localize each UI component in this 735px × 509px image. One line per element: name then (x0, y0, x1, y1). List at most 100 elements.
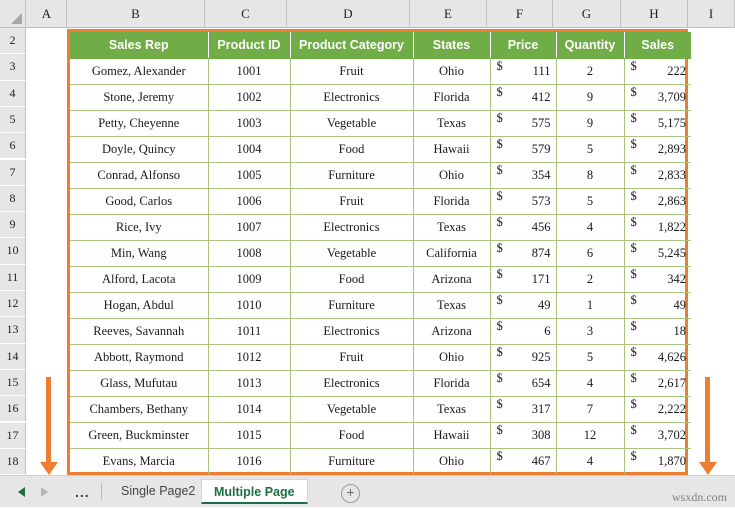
cell-quantity[interactable]: 9 (556, 110, 625, 137)
cell-state[interactable]: Ohio (413, 162, 491, 189)
column-header-quantity[interactable]: Quantity (556, 32, 625, 59)
cell-state[interactable]: Texas (413, 292, 491, 319)
cell-sales-rep[interactable]: Petty, Cheyenne (70, 110, 209, 137)
cell-sales-rep[interactable]: Gomez, Alexander (70, 58, 209, 85)
cell-sales-rep[interactable]: Rice, Ivy (70, 214, 209, 241)
cell-sales[interactable]: $2,617 (624, 370, 691, 397)
table-row[interactable]: Good, Carlos 1006 Fruit Florida $573 5 $2,863 (70, 188, 691, 215)
row-header-6[interactable]: 6 (0, 133, 26, 160)
cell-sales-rep[interactable]: Doyle, Quincy (70, 136, 209, 163)
cell-state[interactable]: Texas (413, 110, 491, 137)
cell-product-category[interactable]: Fruit (290, 344, 414, 371)
cell-state[interactable]: Arizona (413, 266, 491, 293)
cell-product-id[interactable]: 1010 (208, 292, 291, 319)
cell-quantity[interactable]: 3 (556, 318, 625, 345)
cell-state[interactable]: California (413, 240, 491, 267)
cell-sales[interactable]: $49 (624, 292, 691, 319)
cell-sales-rep[interactable]: Green, Buckminster (70, 422, 209, 449)
column-header-f[interactable]: F (487, 0, 553, 27)
cell-product-category[interactable]: Food (290, 422, 414, 449)
column-header-product-category[interactable]: Product Category (290, 32, 414, 59)
cell-state[interactable]: Arizona (413, 318, 491, 345)
cell-sales[interactable]: $1,822 (624, 214, 691, 241)
cell-state[interactable]: Hawaii (413, 422, 491, 449)
cell-sales-rep[interactable]: Stone, Jeremy (70, 84, 209, 111)
cell-sales[interactable]: $3,702 (624, 422, 691, 449)
cell-product-category[interactable]: Vegetable (290, 240, 414, 267)
table-row[interactable]: Min, Wang 1008 Vegetable California $874 6 $5,… (70, 240, 691, 267)
table-row[interactable]: Green, Buckminster 1015 Food Hawaii $308 12 $3… (70, 422, 691, 449)
cell-product-id[interactable]: 1008 (208, 240, 291, 267)
cell-price[interactable]: $925 (490, 344, 557, 371)
triangle-left-icon[interactable] (18, 486, 25, 497)
column-header-product-id[interactable]: Product ID (208, 32, 291, 59)
cell-state[interactable]: Texas (413, 396, 491, 423)
cell-sales[interactable]: $222 (624, 58, 691, 85)
cell-sales[interactable]: $2,833 (624, 162, 691, 189)
column-header-price[interactable]: Price (490, 32, 557, 59)
row-header-13[interactable]: 13 (0, 317, 26, 344)
cell-product-category[interactable]: Vegetable (290, 396, 414, 423)
cell-product-id[interactable]: 1004 (208, 136, 291, 163)
table-row[interactable]: Hogan, Abdul 1010 Furniture Texas $49 1 $49 (70, 292, 691, 319)
table-row[interactable]: Evans, Marcia 1016 Furniture Ohio $467 4 $1,87… (70, 448, 691, 474)
cell-product-id[interactable]: 1005 (208, 162, 291, 189)
cell-sales[interactable]: $2,222 (624, 396, 691, 423)
table-row[interactable]: Conrad, Alfonso 1005 Furniture Ohio $354 8 $2,… (70, 162, 691, 189)
cell-price[interactable]: $654 (490, 370, 557, 397)
column-header-i[interactable]: I (688, 0, 735, 27)
cell-sales[interactable]: $342 (624, 266, 691, 293)
cell-product-id[interactable]: 1009 (208, 266, 291, 293)
select-all-corner[interactable] (0, 0, 26, 27)
column-header-c[interactable]: C (205, 0, 287, 27)
column-header-d[interactable]: D (287, 0, 410, 27)
cell-sales-rep[interactable]: Min, Wang (70, 240, 209, 267)
cell-quantity[interactable]: 5 (556, 188, 625, 215)
row-header-2[interactable]: 2 (0, 28, 26, 55)
cell-quantity[interactable]: 4 (556, 448, 625, 474)
cell-product-category[interactable]: Electronics (290, 84, 414, 111)
cell-price[interactable]: $579 (490, 136, 557, 163)
cell-state[interactable]: Hawaii (413, 136, 491, 163)
cell-state[interactable]: Florida (413, 188, 491, 215)
table-row[interactable]: Alford, Lacota 1009 Food Arizona $171 2 $342 (70, 266, 691, 293)
cell-sales-rep[interactable]: Good, Carlos (70, 188, 209, 215)
table-row[interactable]: Stone, Jeremy 1002 Electronics Florida $412 9… (70, 84, 691, 111)
cell-sales-rep[interactable]: Abbott, Raymond (70, 344, 209, 371)
cell-sales-rep[interactable]: Conrad, Alfonso (70, 162, 209, 189)
cell-quantity[interactable]: 2 (556, 58, 625, 85)
cell-price[interactable]: $456 (490, 214, 557, 241)
row-header-9[interactable]: 9 (0, 212, 26, 239)
cell-quantity[interactable]: 7 (556, 396, 625, 423)
cell-product-category[interactable]: Food (290, 136, 414, 163)
cell-sales-rep[interactable]: Glass, Mufutau (70, 370, 209, 397)
cell-product-category[interactable]: Electronics (290, 370, 414, 397)
cell-product-category[interactable]: Fruit (290, 58, 414, 85)
cell-sales-rep[interactable]: Alford, Lacota (70, 266, 209, 293)
cell-sales[interactable]: $5,175 (624, 110, 691, 137)
sheet-tab-multiple-page[interactable]: Multiple Page (201, 479, 308, 504)
cell-product-category[interactable]: Food (290, 266, 414, 293)
row-header-11[interactable]: 11 (0, 264, 26, 291)
cell-price[interactable]: $575 (490, 110, 557, 137)
cell-sales[interactable]: $5,245 (624, 240, 691, 267)
cell-price[interactable]: $874 (490, 240, 557, 267)
cell-quantity[interactable]: 4 (556, 370, 625, 397)
cell-state[interactable]: Florida (413, 84, 491, 111)
cell-product-category[interactable]: Vegetable (290, 110, 414, 137)
cell-price[interactable]: $317 (490, 396, 557, 423)
cell-quantity[interactable]: 12 (556, 422, 625, 449)
column-header-a[interactable]: A (27, 0, 67, 27)
cell-price[interactable]: $573 (490, 188, 557, 215)
cell-sales-rep[interactable]: Reeves, Savannah (70, 318, 209, 345)
sheet-tab-single-page2[interactable]: Single Page2 (109, 479, 207, 504)
cell-quantity[interactable]: 5 (556, 136, 625, 163)
triangle-right-icon[interactable] (41, 486, 48, 497)
cell-product-id[interactable]: 1001 (208, 58, 291, 85)
cell-sales[interactable]: $18 (624, 318, 691, 345)
cell-price[interactable]: $412 (490, 84, 557, 111)
column-header-states[interactable]: States (413, 32, 491, 59)
cell-product-id[interactable]: 1015 (208, 422, 291, 449)
cell-state[interactable]: Florida (413, 370, 491, 397)
cell-product-id[interactable]: 1003 (208, 110, 291, 137)
